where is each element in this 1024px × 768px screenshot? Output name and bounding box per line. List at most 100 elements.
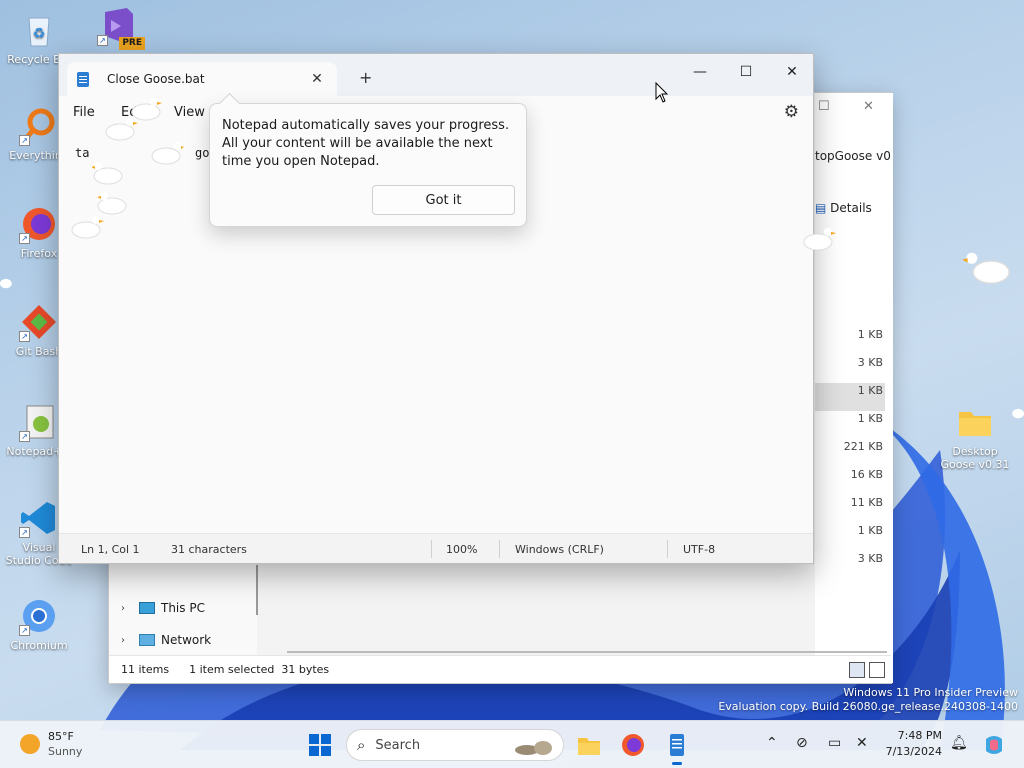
notepad-plus-plus-icon: ↗ (19, 402, 59, 442)
item-count: 11 items (121, 663, 170, 676)
tab-close-goose[interactable]: Close Goose.bat ✕ (67, 62, 337, 96)
notification-bell-icon[interactable]: 🔔︎ (950, 735, 968, 751)
file-size-cell[interactable]: 1 KB (815, 327, 885, 355)
horizontal-scrollbar[interactable] (287, 651, 887, 653)
file-explorer-icon[interactable] (575, 731, 603, 759)
nav-item-network[interactable]: › Network (121, 633, 211, 647)
got-it-button[interactable]: Got it (372, 185, 515, 215)
start-button[interactable] (309, 734, 331, 756)
tiles-view-icon[interactable] (869, 662, 885, 678)
desktop-icon-label: Chromium (10, 639, 68, 652)
file-size-cell[interactable]: 3 KB (815, 355, 885, 383)
goose-sprite (0, 278, 12, 289)
notepad-taskbar-button[interactable] (663, 731, 691, 765)
details-view-icon[interactable] (849, 662, 865, 678)
tip-message: Notepad automatically saves your progres… (222, 118, 510, 169)
clock-date: 7/13/2024 (885, 745, 942, 758)
network-icon (139, 634, 155, 646)
goose-sprite (71, 216, 104, 239)
svg-text:♻: ♻ (33, 26, 46, 42)
taskbar-clock[interactable]: 7:48 PM 7/13/2024 (880, 728, 942, 760)
editor-line-start: ta (75, 146, 90, 160)
file-size-cell[interactable]: 11 KB (815, 495, 885, 523)
close-icon[interactable]: ✕ (769, 58, 815, 86)
selection-size: 31 bytes (281, 663, 330, 676)
cursor-position: Ln 1, Col 1 (81, 543, 140, 556)
goose-sprite (151, 142, 184, 165)
file-size-cell[interactable]: 221 KB (815, 439, 885, 467)
notepad-document-icon (77, 71, 89, 87)
weather-widget[interactable]: 85°F Sunny (20, 729, 82, 759)
copilot-preview-icon[interactable] (980, 731, 1008, 759)
maximize-icon[interactable]: ☐ (723, 58, 769, 86)
goose-sprite (97, 192, 127, 215)
view-toggle (849, 662, 885, 678)
desktop-icon-vs-preview[interactable]: ↗ PRE (82, 6, 152, 50)
nav-item-label: Network (161, 633, 212, 647)
notepad-icon (670, 734, 684, 756)
menu-file[interactable]: File (73, 105, 95, 120)
goose-sprite (962, 252, 1010, 284)
close-icon[interactable]: ✕ (863, 99, 874, 114)
watermark-line-1: Windows 11 Pro Insider Preview (843, 686, 1018, 699)
maximize-icon[interactable]: ☐ (818, 99, 830, 114)
minimize-icon[interactable]: — (677, 58, 723, 86)
menu-view[interactable]: View (174, 105, 205, 120)
file-size-cell[interactable]: 3 KB (815, 551, 885, 579)
autosave-teaching-tip: Notepad automatically saves your progres… (209, 103, 527, 227)
sun-icon (20, 734, 40, 754)
desktop-icon-chromium[interactable]: ↗ Chromium (4, 596, 74, 652)
vscode-icon: ↗ (19, 498, 59, 538)
notepad-titlebar[interactable]: Close Goose.bat ✕ + — ☐ ✕ (59, 54, 813, 96)
gear-icon[interactable]: ⚙ (784, 102, 799, 122)
firefox-icon[interactable] (619, 731, 647, 759)
details-button[interactable]: ▤ Details (815, 201, 872, 215)
notepad-status-bar: Ln 1, Col 1 31 characters 100% Windows (… (59, 533, 813, 563)
status-separator (431, 540, 432, 558)
explorer-status-bar: 11 items 1 item selected 31 bytes (109, 655, 891, 683)
address-bar[interactable]: topGoose v0 (815, 149, 891, 163)
file-size-cell[interactable]: 1 KB (815, 411, 885, 439)
everything-search-icon: ↗ (19, 106, 59, 146)
tab-close-icon[interactable]: ✕ (307, 71, 327, 87)
visual-studio-preview-icon: ↗ PRE (97, 6, 145, 50)
shortcut-arrow-icon: ↗ (97, 35, 108, 46)
goose-sprite (1012, 408, 1024, 419)
search-label: Search (375, 737, 421, 753)
nav-pane-splitter[interactable] (256, 565, 258, 615)
shortcut-arrow-icon: ↗ (19, 527, 30, 538)
taskbar-search[interactable]: ⌕ Search (346, 729, 564, 761)
chevron-up-icon[interactable]: ⌃ (766, 735, 778, 751)
git-bash-icon: ↗ (19, 302, 59, 342)
windows-logo-tile (309, 746, 319, 756)
windows-logo-tile (321, 734, 331, 744)
navigation-pane: › This PC › Network (109, 563, 257, 663)
shortcut-arrow-icon: ↗ (19, 331, 30, 342)
new-tab-button[interactable]: + (359, 68, 372, 87)
volume-muted-icon[interactable]: ✕ (856, 735, 868, 751)
firefox-icon: ↗ (19, 204, 59, 244)
line-ending[interactable]: Windows (CRLF) (515, 543, 604, 556)
desktop-icon-label: Firefox (20, 247, 58, 260)
shortcut-arrow-icon: ↗ (19, 233, 30, 244)
status-separator (667, 540, 668, 558)
selection-info: 1 item selected 31 bytes (189, 663, 329, 676)
nav-item-this-pc[interactable]: › This PC (121, 601, 205, 615)
encoding[interactable]: UTF-8 (683, 543, 715, 556)
mouse-cursor-icon (655, 82, 669, 103)
weather-condition: Sunny (48, 745, 83, 758)
search-icon: ⌕ (357, 736, 366, 754)
chevron-right-icon[interactable]: › (121, 603, 133, 614)
file-size-cell[interactable]: 16 KB (815, 467, 885, 495)
goose-sprite (92, 162, 123, 185)
file-size-cell-selected[interactable]: 1 KB (815, 383, 885, 411)
chromium-icon: ↗ (19, 596, 59, 636)
desktop-icon-desktop-goose-folder[interactable]: Desktop Goose v0.31 (940, 402, 1010, 471)
display-icon[interactable]: ▭ (828, 735, 841, 751)
file-size-cell[interactable]: 1 KB (815, 523, 885, 551)
windows-logo-tile (309, 734, 319, 744)
zoom-level[interactable]: 100% (446, 543, 477, 556)
chevron-right-icon[interactable]: › (121, 635, 133, 646)
taskbar: 85°F Sunny ⌕ Search ⌃ ⊘ ▭ ✕ 7:48 PM 7/13… (0, 720, 1024, 768)
network-disconnected-icon[interactable]: ⊘ (796, 735, 808, 751)
